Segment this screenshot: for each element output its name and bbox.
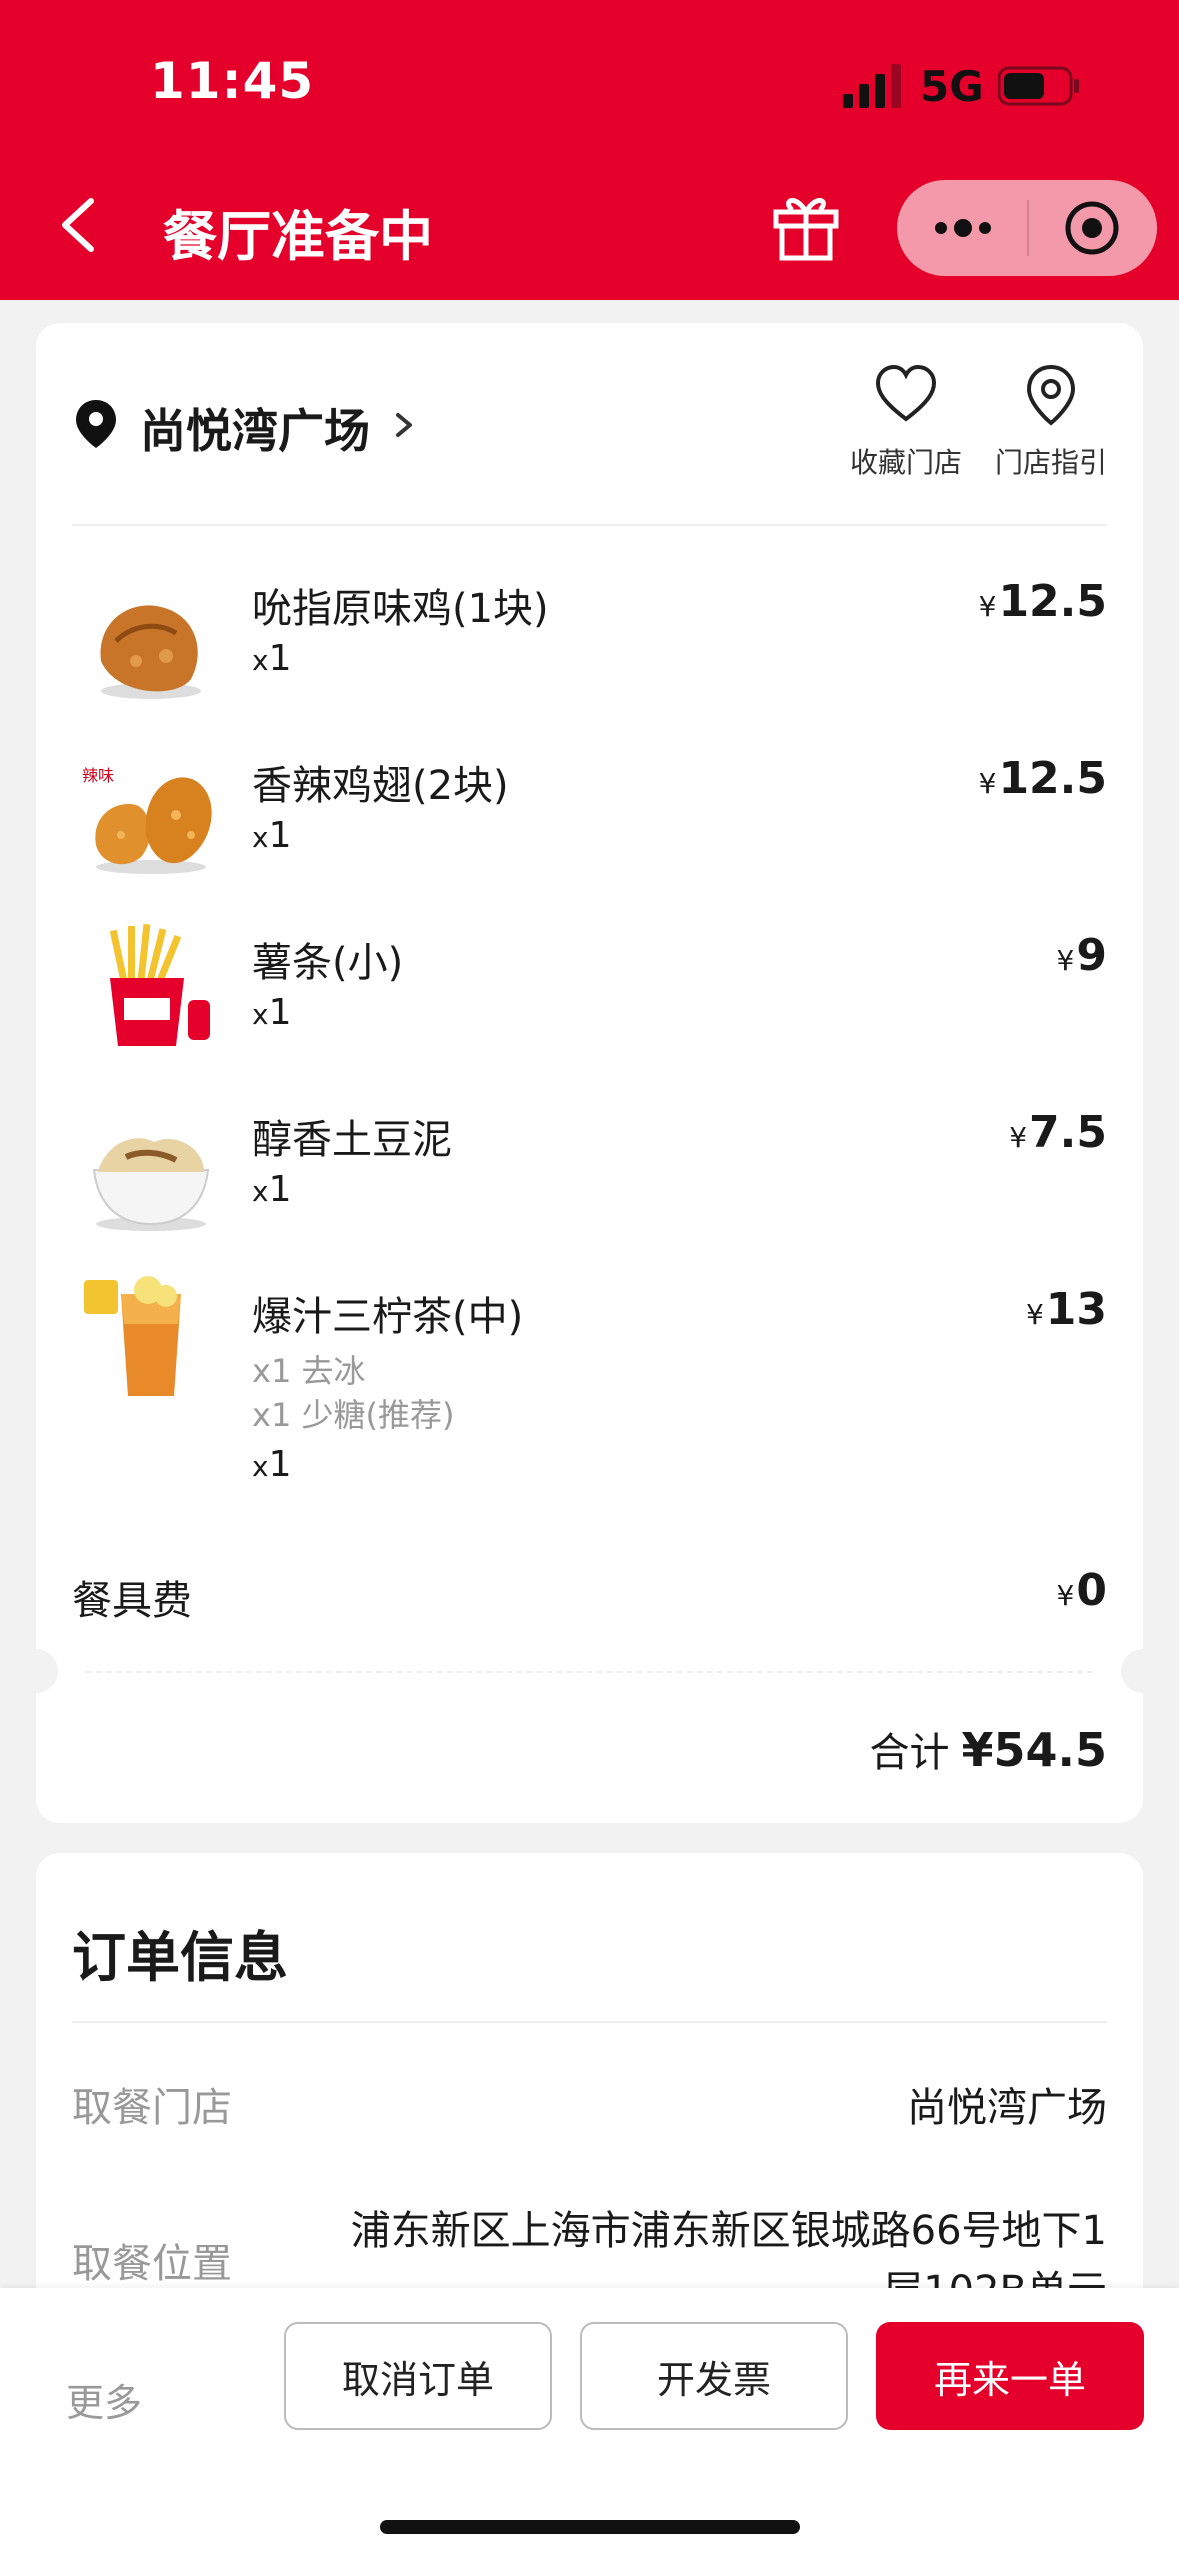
item-option: x1 去冰 [252, 1352, 366, 1390]
heart-icon [875, 364, 937, 422]
tableware-fee-price: ¥0 [1056, 1565, 1107, 1616]
total-amount: ¥54.5 [961, 1723, 1107, 1777]
home-indicator [380, 2520, 800, 2534]
ticket-notch [14, 1649, 58, 1693]
divider [72, 524, 1107, 526]
item-quantity: x1 [252, 1444, 292, 1485]
ticket-notch [1121, 1649, 1165, 1693]
location-pin-icon [76, 400, 116, 448]
store-guide-button[interactable]: 门店指引 [981, 363, 1121, 481]
item-quantity: x1 [252, 992, 292, 1033]
item-name: 爆汁三柠茶(中) [252, 1294, 524, 1340]
tableware-fee-label: 餐具费 [72, 1578, 192, 1624]
dashed-divider [86, 1671, 1093, 1673]
fried-chicken-thumbnail [100, 605, 201, 699]
mini-program-capsule [897, 180, 1157, 276]
mashed-potato-thumbnail [92, 1138, 210, 1231]
pickup-location-label: 取餐位置 [72, 2241, 232, 2287]
store-name[interactable]: 尚悦湾广场 [140, 395, 370, 461]
capsule-divider [1027, 200, 1029, 256]
item-name: 薯条(小) [252, 940, 404, 986]
svg-text:辣味: 辣味 [82, 766, 114, 785]
signal-icon [843, 64, 901, 108]
gift-icon[interactable] [770, 190, 842, 262]
more-button[interactable]: 更多 [66, 2372, 142, 2427]
fries-thumbnail [109, 923, 210, 1046]
network-type: 5G [920, 62, 984, 111]
item-price: ¥7.5 [1009, 1107, 1107, 1158]
favorite-label: 收藏门店 [849, 446, 962, 479]
item-price: ¥12.5 [978, 753, 1107, 804]
order-info-title: 订单信息 [72, 1926, 288, 1989]
item-name: 吮指原味鸡(1块) [252, 586, 549, 632]
item-price: ¥13 [1025, 1284, 1107, 1335]
item-quantity: x1 [252, 1169, 292, 1210]
battery-icon [998, 66, 1079, 106]
map-pin-icon [1026, 364, 1076, 426]
pickup-store-label: 取餐门店 [72, 2085, 232, 2131]
pickup-store-value: 尚悦湾广场 [907, 2085, 1107, 2131]
chicken-wings-thumbnail: 辣味 [82, 766, 212, 874]
order-items-card: 尚悦湾广场 收藏门店 门店指引 吮指原味鸡(1块) x1 ¥12.5 辣味 香辣… [14, 323, 1165, 1823]
item-quantity: x1 [252, 815, 292, 856]
item-quantity: x1 [252, 638, 292, 679]
cancel-order-button[interactable]: 取消订单 [284, 2322, 552, 2430]
item-option: x1 少糖(推荐) [252, 1396, 455, 1434]
clock: 11:45 [150, 52, 315, 110]
item-price: ¥12.5 [978, 576, 1107, 627]
guide-label: 门店指引 [994, 446, 1107, 479]
lemon-tea-thumbnail [84, 1276, 181, 1396]
item-price: ¥9 [1056, 930, 1107, 981]
reorder-button[interactable]: 再来一单 [876, 2322, 1144, 2430]
favorite-store-button[interactable]: 收藏门店 [831, 363, 981, 481]
divider [72, 2021, 1107, 2023]
back-arrow-icon[interactable] [55, 195, 105, 255]
chevron-right-icon[interactable] [392, 409, 416, 441]
more-dots-icon[interactable] [931, 206, 995, 250]
close-target-icon[interactable] [1062, 198, 1122, 258]
invoice-button[interactable]: 开发票 [580, 2322, 848, 2430]
total-label: 合计 [869, 1730, 950, 1776]
item-name: 香辣鸡翅(2块) [252, 763, 509, 809]
status-bar: 11:45 5G [0, 0, 1179, 175]
item-name: 醇香土豆泥 [252, 1117, 452, 1163]
order-total: 合计 ¥54.5 [869, 1720, 1107, 1778]
bottom-action-bar: 更多 取消订单 开发票 再来一单 [0, 2288, 1179, 2556]
header: 11:45 5G 餐厅准备中 [0, 0, 1179, 300]
page-title: 餐厅准备中 [163, 205, 433, 268]
